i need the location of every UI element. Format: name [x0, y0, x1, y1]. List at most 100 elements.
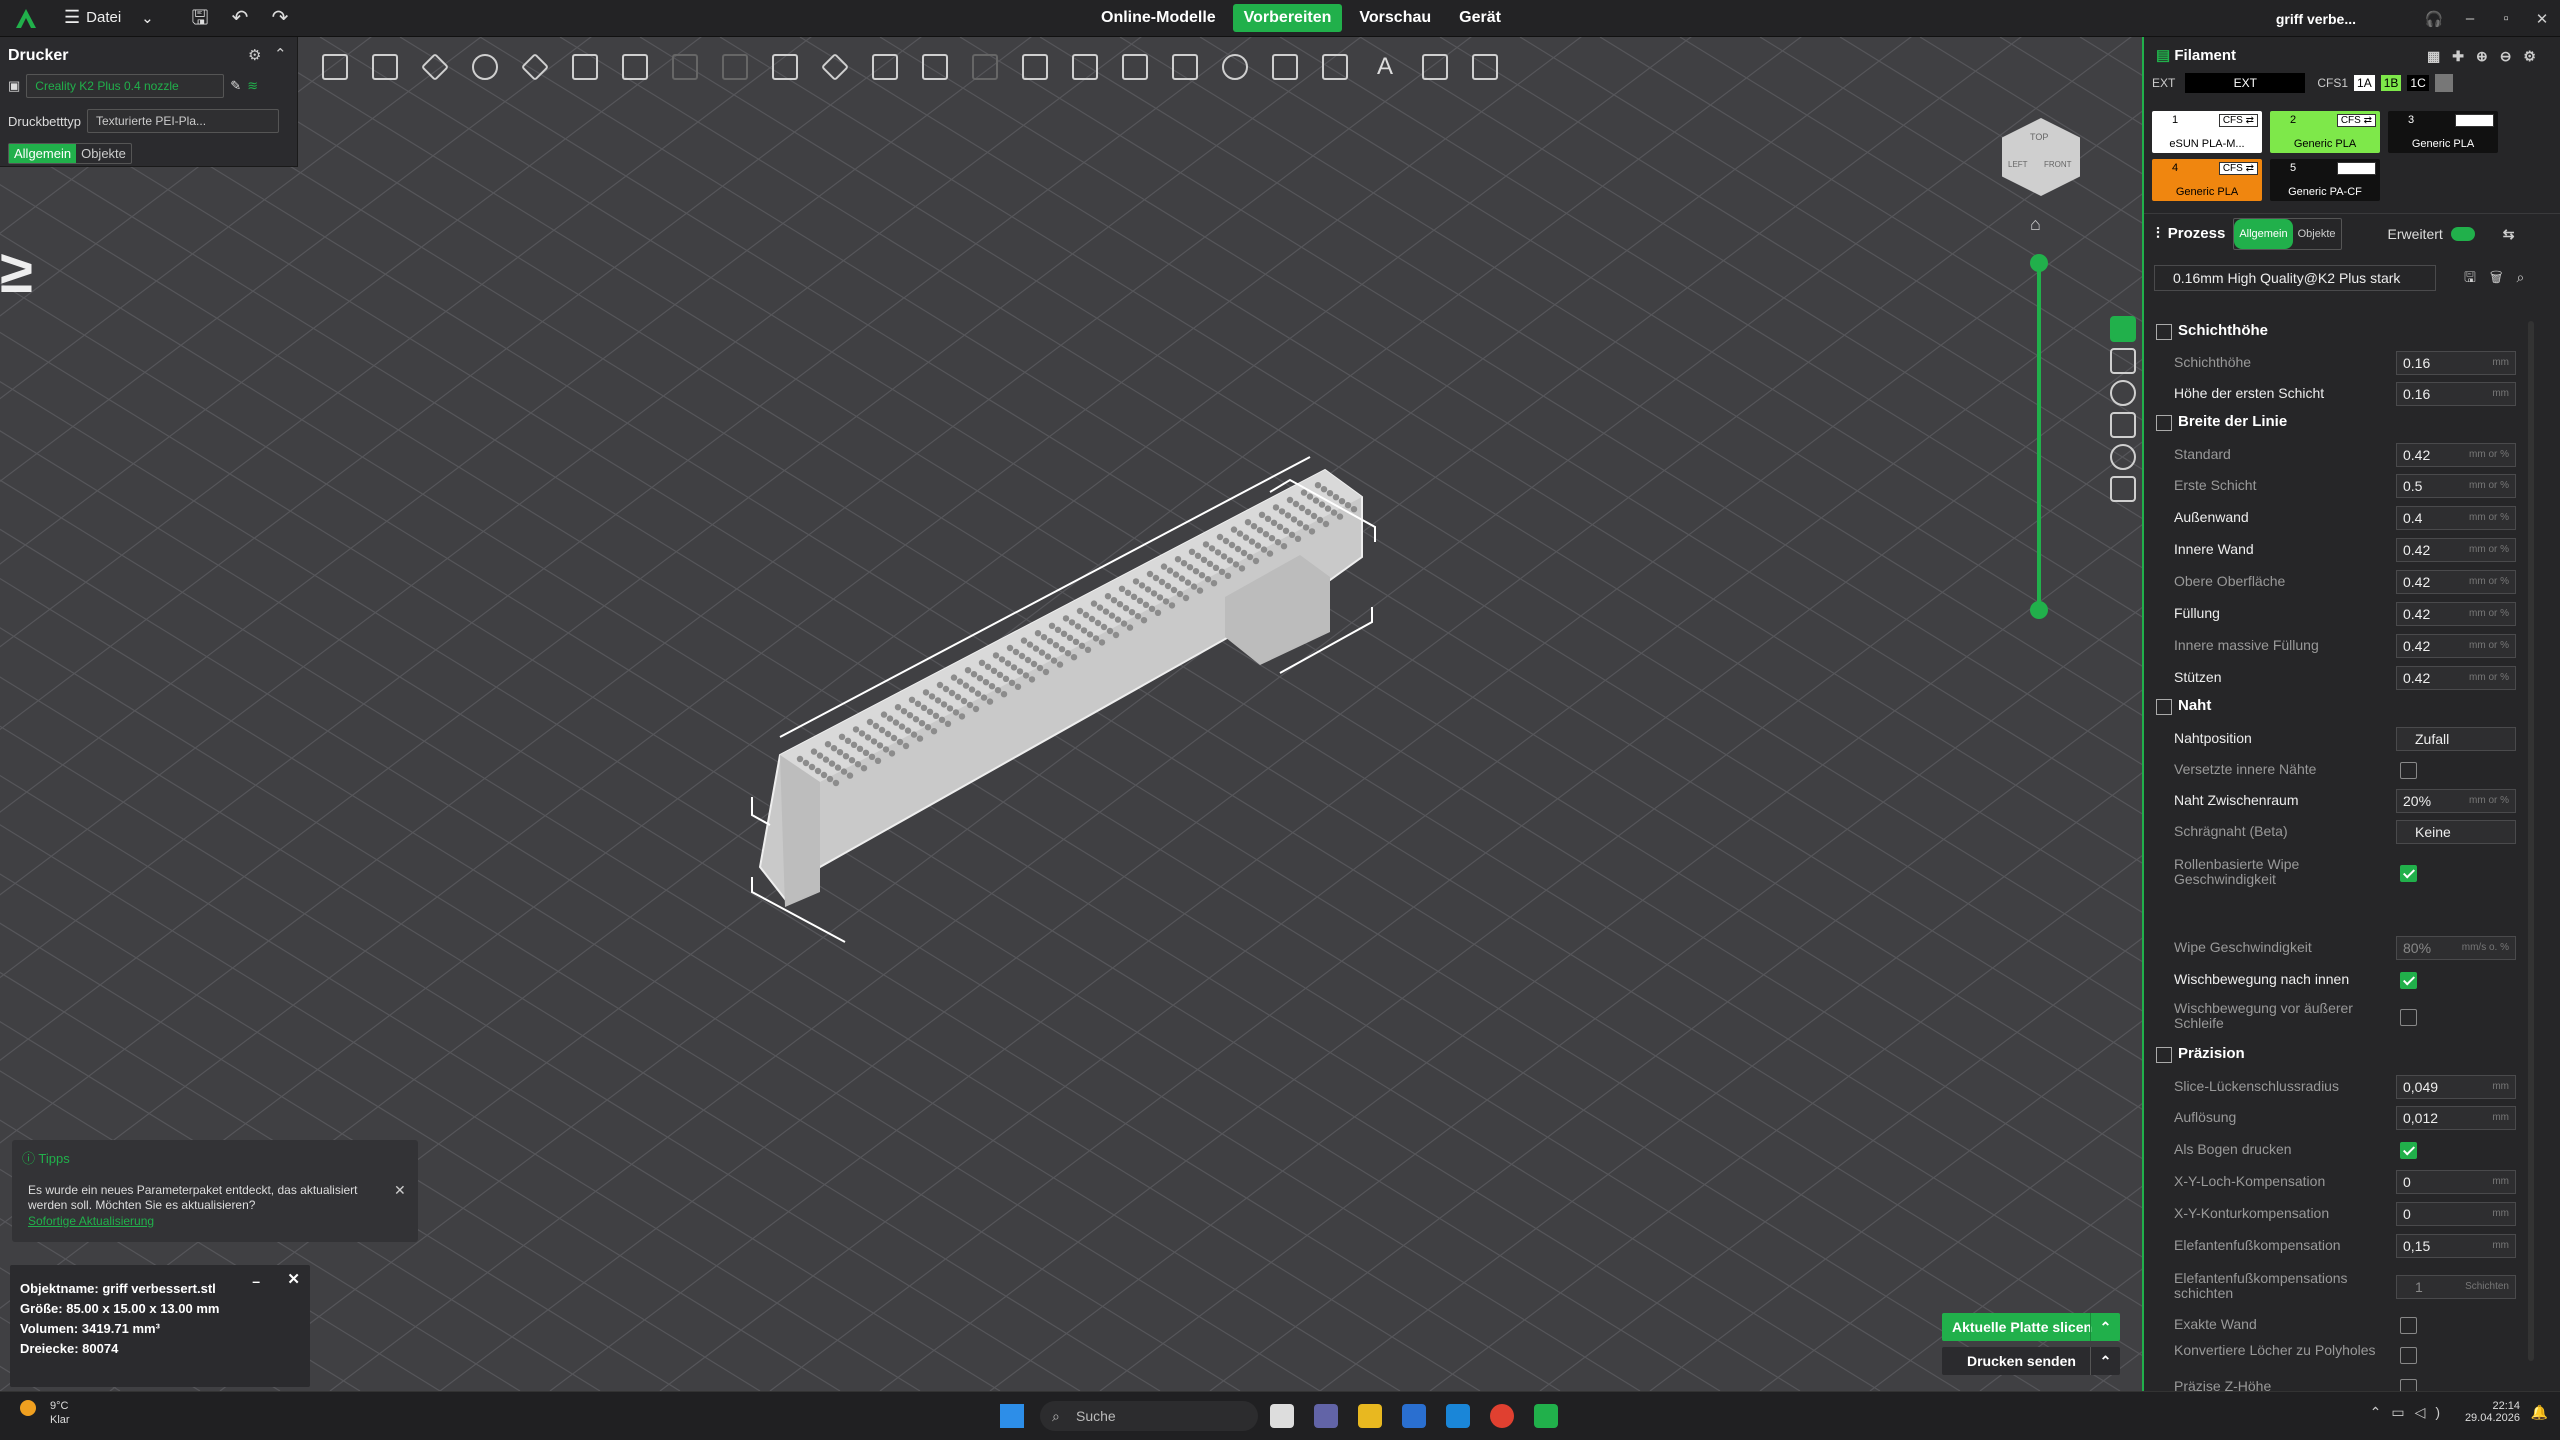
- color-paint-button[interactable]: [1210, 48, 1260, 86]
- param-input[interactable]: 0.5 mm or %: [2396, 474, 2516, 498]
- maximize-button[interactable]: ▫: [2488, 10, 2524, 27]
- split-button[interactable]: [560, 48, 610, 86]
- cut-button[interactable]: [610, 48, 660, 86]
- scale-button[interactable]: [760, 48, 810, 86]
- task-view-icon[interactable]: [1270, 1404, 1294, 1428]
- params-scrollbar[interactable]: [2528, 321, 2534, 1361]
- param-input[interactable]: 0 mm: [2396, 1170, 2516, 1194]
- collapse-icon[interactable]: ⌃: [274, 45, 287, 63]
- redo-icon[interactable]: ↷: [268, 6, 292, 30]
- chevron-up-icon[interactable]: ⌃: [2090, 1313, 2120, 1341]
- tips-close-icon[interactable]: ✕: [394, 1182, 406, 1199]
- clock[interactable]: 22:14 29.04.2026: [2465, 1400, 2520, 1424]
- system-tray-icons[interactable]: ⌃▭◁): [2370, 1404, 2450, 1421]
- move-button[interactable]: [810, 48, 860, 86]
- arrange-icon[interactable]: [2110, 476, 2136, 502]
- seg-objects[interactable]: Objekte: [2293, 219, 2341, 249]
- view-cube-top[interactable]: TOP: [2030, 132, 2048, 142]
- cfs-tab-1b[interactable]: 1B: [2380, 75, 2402, 91]
- close-icon[interactable]: ✕: [287, 1270, 300, 1290]
- seg-general[interactable]: Allgemein: [9, 144, 77, 163]
- cfs-tab-1c[interactable]: 1C: [2407, 75, 2429, 91]
- model-handle[interactable]: [751, 456, 1376, 943]
- creality-print-icon[interactable]: [1534, 1404, 1558, 1428]
- param-input[interactable]: 0.42 mm or %: [2396, 570, 2516, 594]
- chevron-up-icon[interactable]: ⌃: [2090, 1347, 2120, 1375]
- param-input[interactable]: 0,15 mm: [2396, 1234, 2516, 1258]
- send-print-button[interactable]: Drucken senden ⌃: [1942, 1347, 2120, 1375]
- section-line-width[interactable]: Breite der Linie: [2156, 409, 2287, 435]
- object-list-icon[interactable]: [2110, 316, 2136, 342]
- cfs-tab-empty[interactable]: [2434, 74, 2453, 92]
- param-input[interactable]: 0.42 mm or %: [2396, 538, 2516, 562]
- param-input[interactable]: 0,012 mm: [2396, 1106, 2516, 1130]
- printer-mode-toggle[interactable]: Allgemein Objekte: [8, 143, 132, 164]
- param-checkbox[interactable]: [2400, 972, 2417, 989]
- layer-slider-top-handle[interactable]: [2030, 254, 2048, 272]
- add-plate-button[interactable]: [360, 48, 410, 86]
- place-face-button[interactable]: [910, 48, 960, 86]
- variable-layer-button[interactable]: [710, 48, 760, 86]
- text-button[interactable]: A: [1360, 48, 1410, 86]
- param-input[interactable]: 0.42 mm or %: [2396, 634, 2516, 658]
- tab-prepare[interactable]: Vorbereiten: [1232, 4, 1343, 32]
- param-input[interactable]: 0.16 mm: [2396, 351, 2516, 375]
- add-object-button[interactable]: [310, 48, 360, 86]
- home-icon[interactable]: ⌂: [2030, 214, 2041, 235]
- speed-icon[interactable]: [2110, 380, 2136, 406]
- chrome-icon[interactable]: [1490, 1404, 1514, 1428]
- explorer-icon[interactable]: [1358, 1404, 1382, 1428]
- param-input[interactable]: 80% mm/s o. %: [2396, 936, 2516, 960]
- view-cube-left[interactable]: LEFT: [2008, 160, 2028, 169]
- advanced-toggle[interactable]: [2450, 227, 2475, 241]
- param-input[interactable]: 0.16 mm: [2396, 382, 2516, 406]
- tab-online-models[interactable]: Online-Modelle: [1090, 4, 1227, 32]
- undo-icon[interactable]: ↶: [228, 6, 252, 30]
- orient-button[interactable]: [460, 48, 510, 86]
- compare-icon[interactable]: ⇆: [2503, 221, 2515, 247]
- filament-slot-2[interactable]: 2 CFS ⇄ Generic PLA: [2270, 111, 2380, 153]
- edit-icon[interactable]: ✎: [230, 78, 241, 94]
- cfs-tab-1a[interactable]: 1A: [2354, 75, 2375, 91]
- support-icon[interactable]: [2110, 412, 2136, 438]
- param-checkbox[interactable]: [2400, 1009, 2417, 1026]
- store-icon[interactable]: [1402, 1404, 1426, 1428]
- filament-actions-icons[interactable]: ▦✚⊕⊖⚙: [2427, 43, 2548, 69]
- minimize-icon[interactable]: –: [252, 1271, 260, 1291]
- section-layer-height[interactable]: Schichthöhe: [2156, 318, 2268, 344]
- param-select[interactable]: Zufall: [2396, 727, 2516, 751]
- printer-select[interactable]: Creality K2 Plus 0.4 nozzle: [26, 74, 225, 98]
- file-menu[interactable]: ☰ Datei ⌄: [64, 7, 154, 28]
- param-input[interactable]: 0.4 mm or %: [2396, 506, 2516, 530]
- minimize-button[interactable]: –: [2452, 10, 2488, 27]
- param-input[interactable]: 0 mm: [2396, 1202, 2516, 1226]
- param-checkbox[interactable]: [2400, 1347, 2417, 1364]
- param-select[interactable]: Keine: [2396, 820, 2516, 844]
- seg-general[interactable]: Allgemein: [2234, 219, 2293, 249]
- focus-icon[interactable]: [2110, 444, 2136, 470]
- windows-start-icon[interactable]: [1000, 1404, 1024, 1428]
- param-input[interactable]: 20% mm or %: [2396, 789, 2516, 813]
- teams-icon[interactable]: [1314, 1404, 1338, 1428]
- seam-paint-button[interactable]: [1110, 48, 1160, 86]
- weather-widget[interactable]: 9°C Klar: [20, 1400, 70, 1426]
- boolean-button[interactable]: [960, 48, 1010, 86]
- param-checkbox[interactable]: [2400, 1317, 2417, 1334]
- seg-objects[interactable]: Objekte: [76, 144, 131, 163]
- param-checkbox[interactable]: [2400, 865, 2417, 882]
- bed-type-select[interactable]: Texturierte PEI-Pla...: [86, 109, 279, 133]
- headset-icon[interactable]: 🎧: [2416, 10, 2452, 28]
- layer-slider[interactable]: [2037, 262, 2041, 612]
- close-button[interactable]: ✕: [2524, 10, 2560, 28]
- outlook-icon[interactable]: [1446, 1404, 1470, 1428]
- process-mode-toggle[interactable]: Allgemein Objekte: [2233, 218, 2342, 250]
- param-input[interactable]: 0.42 mm or %: [2396, 666, 2516, 690]
- arrange-button[interactable]: [410, 48, 460, 86]
- measure-button[interactable]: [1010, 48, 1060, 86]
- param-checkbox[interactable]: [2400, 1142, 2417, 1159]
- svg-button[interactable]: [1410, 48, 1460, 86]
- rotate-button[interactable]: [860, 48, 910, 86]
- assembly-button[interactable]: [1460, 48, 1510, 86]
- param-stepper[interactable]: 1 Schichten: [2396, 1275, 2516, 1299]
- brim-ears-button[interactable]: [1260, 48, 1310, 86]
